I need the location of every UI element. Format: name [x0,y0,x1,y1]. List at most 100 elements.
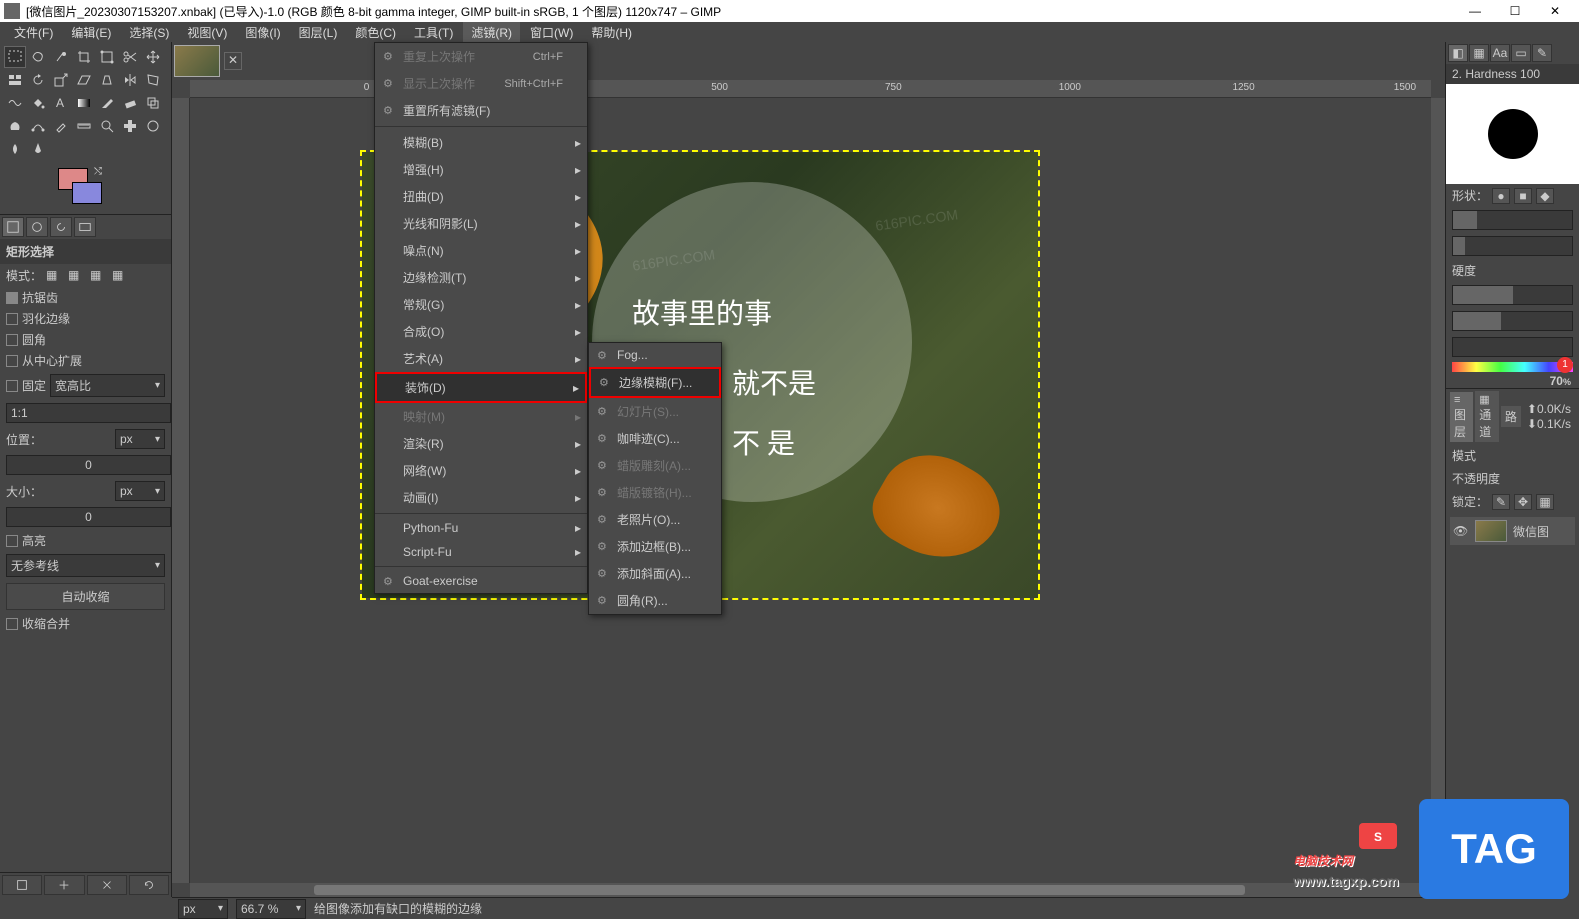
background-color[interactable] [72,182,102,204]
tool-dodge[interactable] [142,115,164,137]
vertical-scrollbar[interactable] [1431,98,1445,883]
menu-select[interactable]: 选择(S) [121,22,177,43]
menu-windows[interactable]: 窗口(W) [522,22,581,43]
tool-bucket[interactable] [27,92,49,114]
save-preset-button[interactable] [2,875,42,895]
mode-subtract[interactable]: ▦ [90,268,108,284]
maximize-button[interactable]: ☐ [1503,4,1527,18]
radius-slider[interactable] [1446,207,1579,233]
menu-reset-all[interactable]: ⚙重置所有滤镜(F) [375,97,587,124]
tool-blur[interactable] [4,138,26,160]
image-tab-close[interactable]: ✕ [224,52,242,70]
tool-scale[interactable] [50,69,72,91]
lock-pixels-icon[interactable]: ✎ [1492,494,1510,510]
status-unit[interactable]: px▾ [178,899,228,919]
minimize-button[interactable]: — [1463,4,1487,18]
brush-preview[interactable] [1446,84,1579,184]
tool-gradient[interactable] [73,92,95,114]
tab-device-status[interactable] [26,217,48,237]
tool-align[interactable] [4,69,26,91]
menu-map[interactable]: 映射(M)▸ [375,403,587,430]
submenu-stencil-chrome[interactable]: ⚙蜡版镀铬(H)... [589,479,721,506]
submenu-old-photo[interactable]: ⚙老照片(O)... [589,506,721,533]
tool-path[interactable] [27,115,49,137]
tool-measure[interactable] [73,115,95,137]
submenu-coffee[interactable]: ⚙咖啡迹(C)... [589,425,721,452]
menu-noise[interactable]: 噪点(N)▸ [375,237,587,264]
hardness-slider[interactable] [1446,282,1579,308]
menu-generic[interactable]: 常规(G)▸ [375,291,587,318]
shrink-merged-check[interactable]: 收缩合并 [0,613,171,634]
tab-images[interactable] [74,217,96,237]
tab-patterns[interactable]: ▦ [1469,44,1489,62]
menu-decor[interactable]: 装饰(D)▸ [375,372,587,403]
menu-animation[interactable]: 动画(I)▸ [375,484,587,511]
aspect-select[interactable]: 宽高比▾ [50,374,165,397]
antialias-check[interactable]: 抗锯齿 [0,287,171,308]
tool-flip[interactable] [119,69,141,91]
menu-help[interactable]: 帮助(H) [583,22,640,43]
tab-paths[interactable]: 路 [1501,406,1521,427]
submenu-round-corners[interactable]: ⚙圆角(R)... [589,587,721,614]
tool-cage[interactable] [142,69,164,91]
menu-enhance[interactable]: 增强(H)▸ [375,156,587,183]
autoshrink-button[interactable]: 自动收缩 [6,583,165,610]
submenu-fuzzy-border[interactable]: ⚙边缘模糊(F)... [589,367,721,398]
menu-image[interactable]: 图像(I) [237,22,288,43]
tab-fonts[interactable]: Aa [1490,44,1510,62]
tool-smudge[interactable] [4,115,26,137]
lock-position-icon[interactable]: ✥ [1514,494,1532,510]
position-unit[interactable]: px▾ [115,429,165,449]
close-button[interactable]: ✕ [1543,4,1567,18]
tool-heal[interactable] [119,115,141,137]
tab-tool-options[interactable] [2,217,24,237]
menu-artistic[interactable]: 艺术(A)▸ [375,345,587,372]
tool-crop[interactable] [73,46,95,68]
tool-fuzzy-select[interactable] [50,46,72,68]
tool-transform[interactable] [96,46,118,68]
rounded-check[interactable]: 圆角 [0,329,171,350]
menu-web[interactable]: 网络(W)▸ [375,457,587,484]
image-tab-thumb[interactable] [174,45,220,77]
mode-intersect[interactable]: ▦ [112,268,130,284]
menu-repeat-last[interactable]: ⚙重复上次操作Ctrl+F [375,43,587,70]
reset-button[interactable] [129,875,169,895]
tool-scissors[interactable] [119,46,141,68]
swap-colors-icon[interactable]: ⤭ [94,166,102,177]
submenu-stencil-carve[interactable]: ⚙蜡版雕刻(A)... [589,452,721,479]
mode-add[interactable]: ▦ [68,268,86,284]
tool-warp[interactable] [4,92,26,114]
menu-file[interactable]: 文件(F) [6,22,61,43]
menu-view[interactable]: 视图(V) [179,22,235,43]
visibility-icon[interactable]: 👁 [1453,524,1469,538]
fixed-check[interactable]: 固定 [6,377,46,394]
menu-render[interactable]: 渲染(R)▸ [375,430,587,457]
menu-tools[interactable]: 工具(T) [406,22,461,43]
aspect-input[interactable] [6,403,171,423]
menu-blur[interactable]: 模糊(B)▸ [375,129,587,156]
delete-preset-button[interactable] [87,875,127,895]
expand-center-check[interactable]: 从中心扩展 [0,350,171,371]
tab-paint[interactable]: ✎ [1532,44,1552,62]
tool-zoom[interactable] [96,115,118,137]
feather-check[interactable]: 羽化边缘 [0,308,171,329]
shape-square[interactable]: ■ [1514,188,1532,204]
submenu-slide[interactable]: ⚙幻灯片(S)... [589,398,721,425]
tool-eraser[interactable] [119,92,141,114]
menu-script-fu[interactable]: Script-Fu▸ [375,540,587,564]
guides-select[interactable]: 无参考线▾ [6,554,165,577]
tool-pencil[interactable] [96,92,118,114]
tool-rotate[interactable] [27,69,49,91]
tool-ink[interactable] [27,138,49,160]
scrollbar-thumb[interactable] [314,885,1245,895]
menu-light-shadow[interactable]: 光线和阴影(L)▸ [375,210,587,237]
submenu-add-border[interactable]: ⚙添加边框(B)... [589,533,721,560]
size-unit[interactable]: px▾ [115,481,165,501]
tool-freeselect[interactable] [27,46,49,68]
tab-brushes[interactable]: ◧ [1448,44,1468,62]
menu-goat[interactable]: ⚙Goat-exercise [375,569,587,593]
shape-diamond[interactable]: ◆ [1536,188,1554,204]
tab-history[interactable]: ▭ [1511,44,1531,62]
menu-edit[interactable]: 编辑(E) [63,22,119,43]
menu-python-fu[interactable]: Python-Fu▸ [375,516,587,540]
